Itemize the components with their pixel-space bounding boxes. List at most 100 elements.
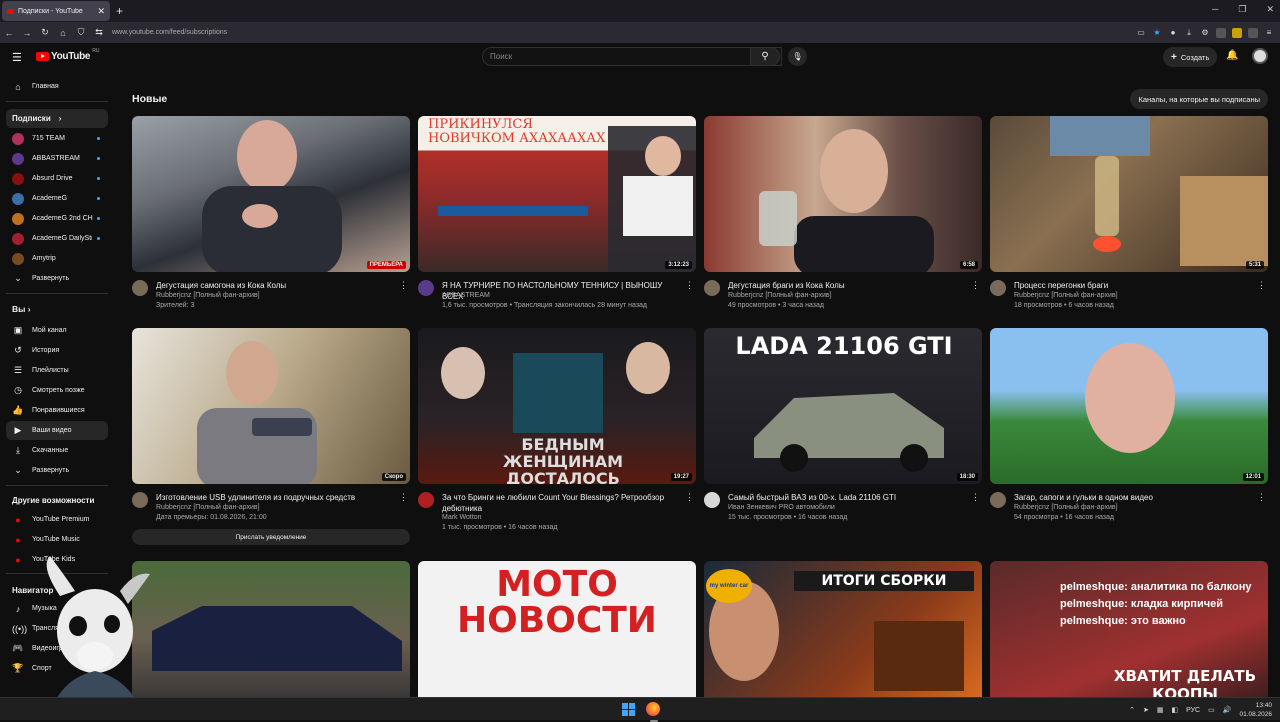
extension-icon[interactable] xyxy=(1232,27,1242,38)
windows-start-icon[interactable] xyxy=(622,703,635,716)
video-thumbnail[interactable]: 12:01 xyxy=(990,328,1268,484)
video-card[interactable] xyxy=(132,561,410,697)
channel-name[interactable]: Rubberjcnz [Полный фан-архив] xyxy=(1014,292,1118,299)
channel-name[interactable]: ABBASTREAM xyxy=(442,292,490,299)
sidebar-item-history[interactable]: ↺ История xyxy=(6,341,108,360)
sidebar-channel[interactable]: Absurd Drive xyxy=(6,169,108,188)
bookmark-star-icon[interactable]: ★ xyxy=(1152,28,1162,38)
video-thumbnail[interactable]: БЕДНЫМ ЖЕНЩИНАМ ДОСТАЛОСЬ 19:27 xyxy=(418,328,696,484)
video-title[interactable]: Изготовление USB удлинителя из подручных… xyxy=(156,492,396,503)
video-card[interactable]: МОТО НОВОСТИ xyxy=(418,561,696,697)
sidebar-item-music[interactable]: ● YouTube Music xyxy=(6,530,108,549)
sidebar-channel[interactable]: AcademeG xyxy=(6,189,108,208)
telegram-icon[interactable]: ➤ xyxy=(1143,706,1149,714)
video-card[interactable]: 6:58 Дегустация браги из Кока Колы Rubbe… xyxy=(704,116,982,312)
guide-menu-icon[interactable]: ☰ xyxy=(12,51,22,64)
downloads-icon[interactable]: ⤓ xyxy=(1184,28,1194,38)
sidebar-channel[interactable]: ABBASTREAM xyxy=(6,149,108,168)
channel-name[interactable]: Rubberjcnz [Полный фан-архив] xyxy=(156,292,260,299)
language-indicator[interactable]: РУС xyxy=(1186,707,1200,714)
reader-icon[interactable]: ▭ xyxy=(1136,28,1146,38)
sidebar-item-playlists[interactable]: ☰ Плейлисты xyxy=(6,361,108,380)
sidebar-item-downloads[interactable]: ⤓ Скачанные xyxy=(6,441,108,460)
sidebar-channel[interactable]: 715 TEAM xyxy=(6,129,108,148)
minimize-icon[interactable]: ─ xyxy=(1212,4,1218,15)
create-button[interactable]: + Создать xyxy=(1163,47,1218,67)
sidebar-channel[interactable]: AcademeG DailyStream xyxy=(6,229,108,248)
site-info-icon[interactable]: ⇆ xyxy=(90,27,108,38)
channel-avatar[interactable] xyxy=(704,492,720,508)
video-card[interactable]: Скоро Изготовление USB удлинителя из под… xyxy=(132,328,410,546)
notify-button[interactable]: Прислать уведомление xyxy=(132,529,410,545)
video-thumbnail[interactable]: Скоро xyxy=(132,328,410,484)
channel-name[interactable]: Mark Wotton xyxy=(442,514,482,521)
more-options-icon[interactable]: ⋮ xyxy=(399,492,408,503)
shield-icon[interactable]: ⛉ xyxy=(72,27,90,38)
sidebar-item-your-videos[interactable]: ▶ Ваши видео xyxy=(6,421,108,440)
video-title[interactable]: За что Бринги не любили Count Your Bless… xyxy=(442,492,682,514)
channel-avatar[interactable] xyxy=(418,280,434,296)
video-thumbnail[interactable]: LADA 21106 GTI 18:30 xyxy=(704,328,982,484)
video-title[interactable]: Дегустация браги из Кока Колы xyxy=(728,280,968,291)
video-card[interactable]: ПРИКИНУЛСЯ НОВИЧКОМ АХАХААХАХ 3:12:23 Я … xyxy=(418,116,696,312)
video-card[interactable]: БЕДНЫМ ЖЕНЩИНАМ ДОСТАЛОСЬ 19:27 За что Б… xyxy=(418,328,696,531)
account-icon[interactable]: ● xyxy=(1168,28,1178,38)
tray-app-icon[interactable]: ▦ xyxy=(1157,706,1164,714)
video-thumbnail[interactable] xyxy=(132,561,410,697)
search-input[interactable] xyxy=(490,52,763,61)
video-title[interactable]: Дегустация самогона из Кока Колы xyxy=(156,280,396,291)
channel-avatar[interactable] xyxy=(132,492,148,508)
channel-name[interactable]: Rubberjcnz [Полный фан-архив] xyxy=(156,504,260,511)
video-card[interactable]: 5:31 Процесс перегонки браги Rubberjcnz … xyxy=(990,116,1268,312)
tray-chevron-icon[interactable]: ⌃ xyxy=(1129,706,1135,714)
channel-avatar[interactable] xyxy=(990,280,1006,296)
sidebar-subscriptions-header[interactable]: Подписки › xyxy=(6,109,108,128)
url-bar[interactable]: www.youtube.com/feed/subscriptions xyxy=(112,29,227,36)
reload-icon[interactable]: ↻ xyxy=(36,27,54,38)
menu-icon[interactable]: ≡ xyxy=(1264,28,1274,38)
more-options-icon[interactable]: ⋮ xyxy=(685,492,694,503)
channel-avatar[interactable] xyxy=(132,280,148,296)
sidebar-item-my-channel[interactable]: ▣ Мой канал xyxy=(6,321,108,340)
video-thumbnail[interactable]: МОТО НОВОСТИ xyxy=(418,561,696,697)
video-thumbnail[interactable]: ПРИКИНУЛСЯ НОВИЧКОМ АХАХААХАХ 3:12:23 xyxy=(418,116,696,272)
channel-avatar[interactable] xyxy=(704,280,720,296)
sidebar-expand-button[interactable]: ⌄ Развернуть xyxy=(6,269,108,288)
video-title[interactable]: Самый быстрый ВАЗ из 00-х. Lada 21106 GT… xyxy=(728,492,968,503)
sidebar-you-expand-button[interactable]: ⌄ Развернуть xyxy=(6,461,108,480)
video-thumbnail[interactable]: pelmeshque: аналитика по балкону pelmesh… xyxy=(990,561,1268,697)
forward-icon[interactable]: → xyxy=(18,28,36,38)
youtube-logo[interactable]: YouTube RU xyxy=(36,48,99,62)
avatar[interactable] xyxy=(1252,48,1268,64)
more-options-icon[interactable]: ⋮ xyxy=(399,280,408,291)
video-title[interactable]: Процесс перегонки браги xyxy=(1014,280,1254,291)
sidebar-item-watch-later[interactable]: ◷ Смотреть позже xyxy=(6,381,108,400)
subscribed-channels-button[interactable]: Каналы, на которые вы подписаны xyxy=(1130,89,1268,109)
video-title[interactable]: Загар, сапоги и гульки в одном видео xyxy=(1014,492,1254,503)
more-options-icon[interactable]: ⋮ xyxy=(1257,280,1266,291)
firefox-icon[interactable] xyxy=(646,702,660,722)
extension-icon[interactable] xyxy=(1248,27,1258,38)
sidebar-item-home[interactable]: ⌂ Главная xyxy=(6,77,108,96)
maximize-icon[interactable]: ❐ xyxy=(1238,4,1246,15)
channel-avatar[interactable] xyxy=(418,492,434,508)
video-thumbnail[interactable]: 5:31 xyxy=(990,116,1268,272)
video-thumbnail[interactable]: ПРЕМЬЕРА xyxy=(132,116,410,272)
video-thumbnail[interactable]: 6:58 xyxy=(704,116,982,272)
clock[interactable]: 13:40 01.08.2026 xyxy=(1239,701,1272,719)
sidebar-item-liked[interactable]: 👍 Понравившиеся xyxy=(6,401,108,420)
channel-name[interactable]: Rubberjcnz [Полный фан-архив] xyxy=(728,292,832,299)
volume-icon[interactable]: 🔊 xyxy=(1223,706,1232,714)
sidebar-channel[interactable]: AcademeG 2nd CH xyxy=(6,209,108,228)
close-tab-icon[interactable]: ✕ xyxy=(97,6,105,17)
video-card[interactable]: pelmeshque: аналитика по балкону pelmesh… xyxy=(990,561,1268,697)
network-icon[interactable]: ▭ xyxy=(1208,706,1215,714)
extension-icon[interactable] xyxy=(1216,27,1226,38)
more-options-icon[interactable]: ⋮ xyxy=(1257,492,1266,503)
extensions-icon[interactable]: ⚙ xyxy=(1200,28,1210,38)
video-thumbnail[interactable]: my winter car ИТОГИ СБОРКИ xyxy=(704,561,982,697)
channel-name[interactable]: Rubberjcnz [Полный фан-архив] xyxy=(1014,504,1118,511)
video-card[interactable]: LADA 21106 GTI 18:30 Самый быстрый ВАЗ и… xyxy=(704,328,982,524)
channel-name[interactable]: Иван Зенкевич PRO автомобили xyxy=(728,504,835,511)
back-icon[interactable]: ← xyxy=(0,28,18,38)
